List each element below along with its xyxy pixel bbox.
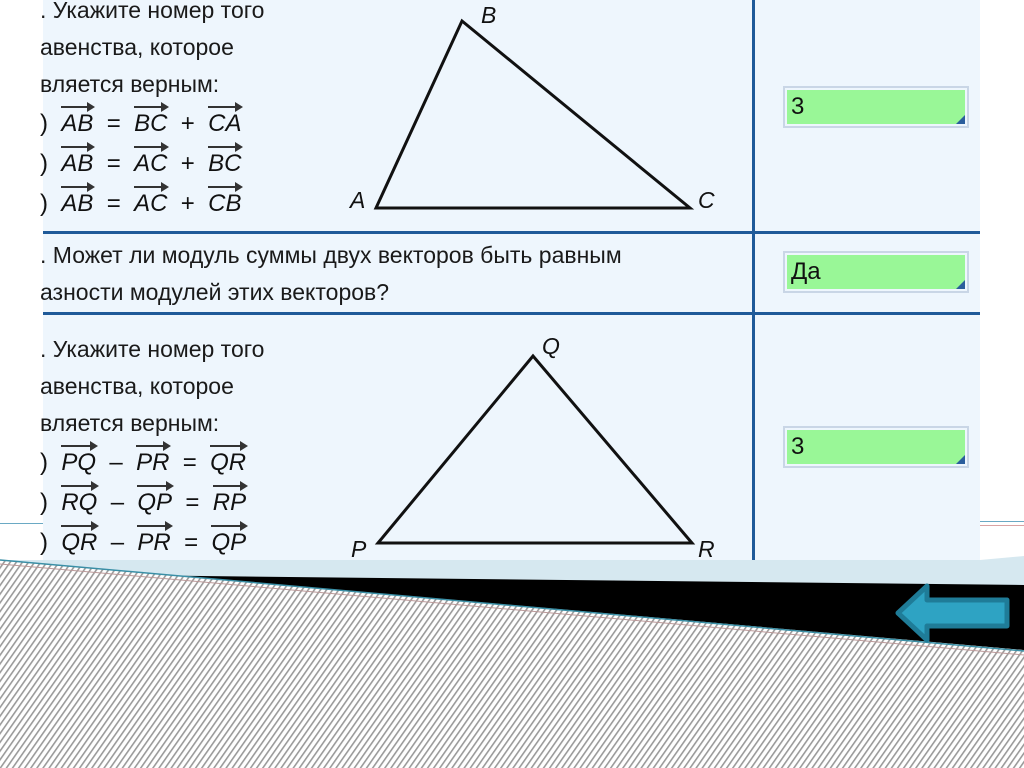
- slide-footer-decoration: [0, 556, 1024, 768]
- back-button[interactable]: [895, 583, 1013, 643]
- back-arrow-icon: [895, 583, 1010, 643]
